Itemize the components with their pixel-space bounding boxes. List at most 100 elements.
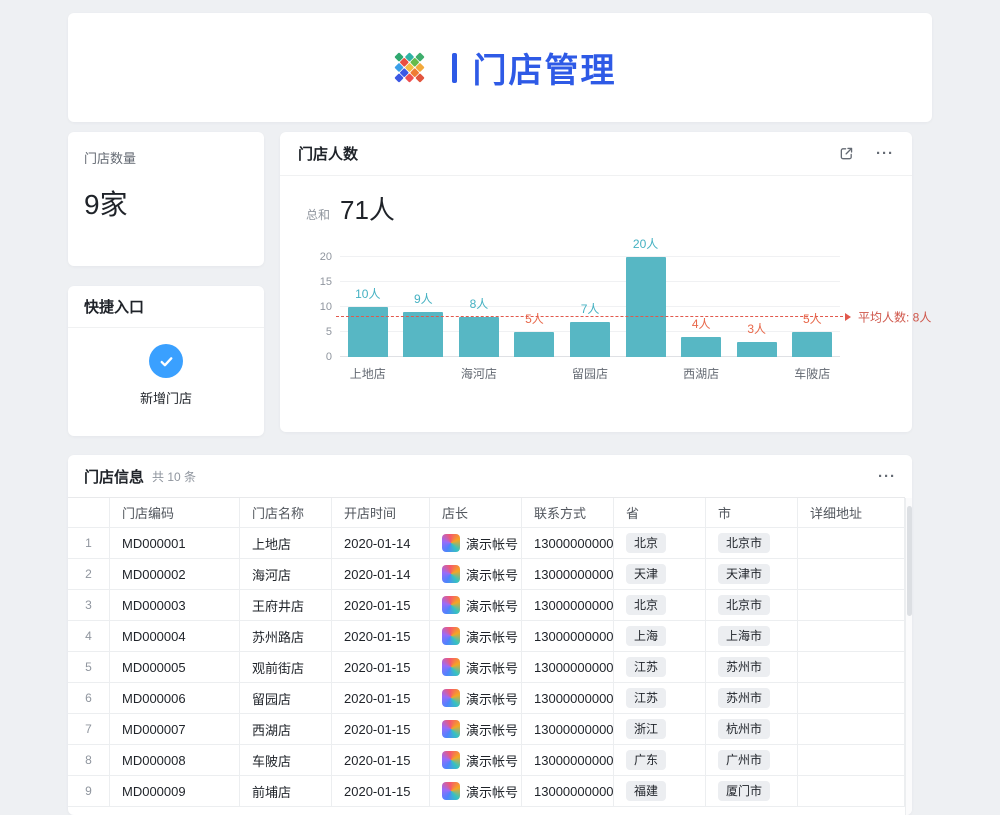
cell-phone[interactable]: 13000000000 xyxy=(522,683,614,714)
cell-address[interactable] xyxy=(798,528,905,559)
column-header[interactable]: 联系方式 xyxy=(522,498,614,528)
open-external-icon[interactable] xyxy=(839,146,854,161)
row-index[interactable]: 7 xyxy=(68,714,110,745)
row-index[interactable]: 6 xyxy=(68,683,110,714)
cell-province[interactable]: 浙江 xyxy=(614,714,706,745)
cell-city[interactable]: 广州市 xyxy=(706,745,798,776)
cell-manager[interactable]: 演示帐号 xyxy=(430,745,522,776)
cell-store-code[interactable]: MD000006 xyxy=(110,683,240,714)
cell-phone[interactable]: 13000000000 xyxy=(522,652,614,683)
cell-store-name[interactable]: 车陂店 xyxy=(240,745,332,776)
cell-open-date[interactable]: 2020-01-15 xyxy=(332,652,430,683)
column-header[interactable]: 店长 xyxy=(430,498,522,528)
cell-store-code[interactable]: MD000002 xyxy=(110,559,240,590)
cell-open-date[interactable]: 2020-01-15 xyxy=(332,683,430,714)
cell-phone[interactable]: 13000000000 xyxy=(522,559,614,590)
cell-city[interactable]: 苏州市 xyxy=(706,652,798,683)
cell-store-code[interactable]: MD000003 xyxy=(110,590,240,621)
cell-open-date[interactable]: 2020-01-15 xyxy=(332,714,430,745)
bar-5[interactable] xyxy=(626,257,666,357)
cell-store-name[interactable]: 观前街店 xyxy=(240,652,332,683)
bar-2[interactable] xyxy=(459,317,499,357)
cell-manager[interactable]: 演示帐号 xyxy=(430,714,522,745)
cell-province[interactable]: 广东 xyxy=(614,745,706,776)
row-index[interactable]: 2 xyxy=(68,559,110,590)
cell-phone[interactable]: 13000000000 xyxy=(522,745,614,776)
cell-store-code[interactable]: MD000005 xyxy=(110,652,240,683)
cell-store-name[interactable]: 西湖店 xyxy=(240,714,332,745)
cell-address[interactable] xyxy=(798,621,905,652)
cell-address[interactable] xyxy=(798,683,905,714)
add-store-entry[interactable]: 新增门店 xyxy=(68,344,264,407)
cell-city[interactable]: 天津市 xyxy=(706,559,798,590)
cell-phone[interactable]: 13000000000 xyxy=(522,714,614,745)
table-more-options-icon[interactable]: ··· xyxy=(878,469,896,484)
row-index[interactable]: 4 xyxy=(68,621,110,652)
cell-store-code[interactable]: MD000007 xyxy=(110,714,240,745)
row-index[interactable]: 1 xyxy=(68,528,110,559)
more-options-icon[interactable]: ··· xyxy=(876,146,894,161)
bar-0[interactable] xyxy=(348,307,388,357)
bar-8[interactable] xyxy=(792,332,832,357)
cell-province[interactable]: 上海 xyxy=(614,621,706,652)
cell-province[interactable]: 北京 xyxy=(614,528,706,559)
cell-manager[interactable]: 演示帐号 xyxy=(430,590,522,621)
cell-address[interactable] xyxy=(798,652,905,683)
column-header[interactable]: 门店编码 xyxy=(110,498,240,528)
cell-manager[interactable]: 演示帐号 xyxy=(430,683,522,714)
cell-city[interactable]: 厦门市 xyxy=(706,776,798,807)
cell-open-date[interactable]: 2020-01-15 xyxy=(332,776,430,807)
cell-store-name[interactable]: 留园店 xyxy=(240,683,332,714)
cell-province[interactable]: 福建 xyxy=(614,776,706,807)
cell-city[interactable]: 杭州市 xyxy=(706,714,798,745)
bar-4[interactable] xyxy=(570,322,610,357)
cell-phone[interactable]: 13000000000 xyxy=(522,776,614,807)
bar-3[interactable] xyxy=(514,332,554,357)
column-header[interactable]: 市 xyxy=(706,498,798,528)
cell-manager[interactable]: 演示帐号 xyxy=(430,559,522,590)
cell-address[interactable] xyxy=(798,559,905,590)
table-scrollbar[interactable] xyxy=(905,498,912,815)
cell-store-code[interactable]: MD000001 xyxy=(110,528,240,559)
cell-province[interactable]: 天津 xyxy=(614,559,706,590)
bar-1[interactable] xyxy=(403,312,443,357)
cell-open-date[interactable]: 2020-01-15 xyxy=(332,590,430,621)
cell-address[interactable] xyxy=(798,590,905,621)
cell-city[interactable]: 上海市 xyxy=(706,621,798,652)
cell-province[interactable]: 北京 xyxy=(614,590,706,621)
cell-store-name[interactable]: 海河店 xyxy=(240,559,332,590)
cell-store-code[interactable]: MD000004 xyxy=(110,621,240,652)
row-index[interactable]: 9 xyxy=(68,776,110,807)
cell-store-code[interactable]: MD000009 xyxy=(110,776,240,807)
cell-province[interactable]: 江苏 xyxy=(614,683,706,714)
cell-address[interactable] xyxy=(798,776,905,807)
cell-store-name[interactable]: 前埔店 xyxy=(240,776,332,807)
cell-city[interactable]: 北京市 xyxy=(706,528,798,559)
cell-manager[interactable]: 演示帐号 xyxy=(430,776,522,807)
bar-7[interactable] xyxy=(737,342,777,357)
row-index[interactable]: 8 xyxy=(68,745,110,776)
column-header[interactable]: 开店时间 xyxy=(332,498,430,528)
cell-open-date[interactable]: 2020-01-15 xyxy=(332,745,430,776)
cell-open-date[interactable]: 2020-01-15 xyxy=(332,621,430,652)
cell-phone[interactable]: 13000000000 xyxy=(522,590,614,621)
cell-manager[interactable]: 演示帐号 xyxy=(430,528,522,559)
cell-store-name[interactable]: 王府井店 xyxy=(240,590,332,621)
cell-phone[interactable]: 13000000000 xyxy=(522,621,614,652)
cell-address[interactable] xyxy=(798,745,905,776)
cell-city[interactable]: 北京市 xyxy=(706,590,798,621)
cell-store-name[interactable]: 上地店 xyxy=(240,528,332,559)
bar-6[interactable] xyxy=(681,337,721,357)
column-header[interactable]: 详细地址 xyxy=(798,498,905,528)
cell-store-code[interactable]: MD000008 xyxy=(110,745,240,776)
cell-open-date[interactable]: 2020-01-14 xyxy=(332,559,430,590)
scrollbar-thumb[interactable] xyxy=(907,506,912,616)
column-header[interactable]: 省 xyxy=(614,498,706,528)
cell-manager[interactable]: 演示帐号 xyxy=(430,652,522,683)
cell-province[interactable]: 江苏 xyxy=(614,652,706,683)
column-header[interactable]: 门店名称 xyxy=(240,498,332,528)
cell-phone[interactable]: 13000000000 xyxy=(522,528,614,559)
cell-store-name[interactable]: 苏州路店 xyxy=(240,621,332,652)
cell-address[interactable] xyxy=(798,714,905,745)
cell-open-date[interactable]: 2020-01-14 xyxy=(332,528,430,559)
